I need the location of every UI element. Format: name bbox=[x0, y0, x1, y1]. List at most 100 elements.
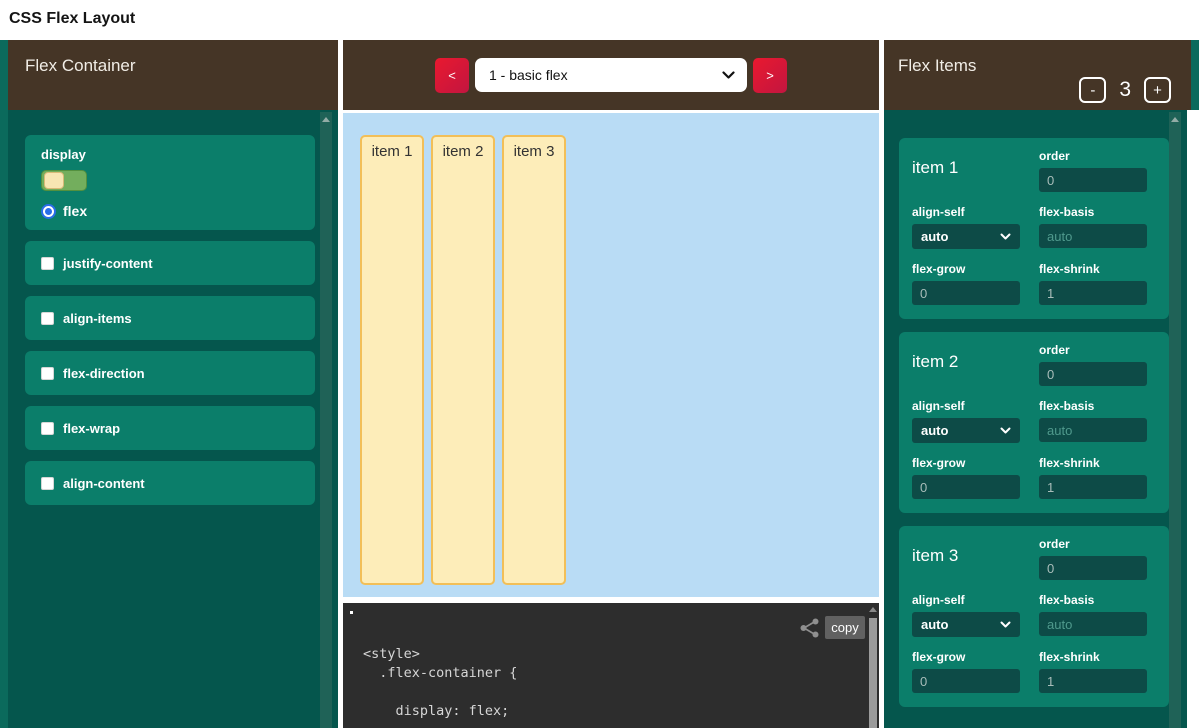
container-property-label: flex-wrap bbox=[63, 421, 120, 436]
flex-container-canvas: item 1 item 2 item 3 bbox=[343, 113, 879, 597]
order-label: order bbox=[1039, 343, 1147, 357]
flex-items-panel-body: item 1 order align-self auto bbox=[884, 110, 1187, 728]
flex-basis-label: flex-basis bbox=[1039, 205, 1147, 219]
flex-basis-input[interactable] bbox=[1039, 612, 1147, 636]
align-self-select-value: auto bbox=[921, 617, 948, 632]
order-label: order bbox=[1039, 537, 1147, 551]
next-example-button[interactable]: > bbox=[753, 58, 787, 93]
scroll-up-arrow-icon[interactable] bbox=[322, 117, 330, 122]
checkbox-icon[interactable] bbox=[41, 257, 54, 270]
flex-demo-item: item 1 bbox=[360, 135, 424, 585]
flex-basis-label: flex-basis bbox=[1039, 399, 1147, 413]
order-input[interactable] bbox=[1039, 168, 1147, 192]
page-background-strip-right bbox=[1190, 40, 1199, 110]
flex-grow-field: flex-grow bbox=[912, 456, 1020, 499]
flex-items-panel-header: Flex Items - 3 + bbox=[884, 40, 1191, 110]
flex-grow-input[interactable] bbox=[912, 669, 1020, 693]
add-item-button[interactable]: + bbox=[1144, 77, 1171, 103]
flex-demo-item: item 2 bbox=[431, 135, 495, 585]
flex-item-card-list: item 1 order align-self auto bbox=[884, 110, 1187, 707]
flex-grow-input[interactable] bbox=[912, 281, 1020, 305]
main-layout: Flex Container display flex bbox=[8, 40, 1191, 728]
code-line: <style> bbox=[363, 645, 855, 664]
item-counter: - 3 + bbox=[1079, 77, 1171, 103]
container-property-card[interactable]: align-items bbox=[25, 296, 315, 340]
flex-items-panel-title: Flex Items bbox=[898, 56, 976, 76]
page-title: CSS Flex Layout bbox=[9, 10, 135, 28]
flex-shrink-input[interactable] bbox=[1039, 281, 1147, 305]
container-property-label: align-content bbox=[63, 476, 145, 491]
flex-radio-button[interactable] bbox=[41, 204, 56, 219]
flex-item-name: item 1 bbox=[912, 149, 1020, 192]
align-self-select[interactable]: auto bbox=[912, 612, 1020, 637]
align-self-field: align-self auto bbox=[912, 399, 1020, 443]
order-field: order bbox=[1039, 537, 1147, 580]
scroll-up-arrow-icon[interactable] bbox=[1171, 117, 1179, 122]
flex-basis-input[interactable] bbox=[1039, 224, 1147, 248]
display-property-label: display bbox=[41, 147, 299, 162]
flex-grow-input[interactable] bbox=[912, 475, 1020, 499]
container-property-list: justify-content align-items flex-directi… bbox=[25, 241, 298, 505]
left-panel-scrollbar[interactable] bbox=[320, 112, 332, 728]
flex-items-panel: Flex Items - 3 + item 1 order bbox=[884, 40, 1191, 728]
copy-button[interactable]: copy bbox=[825, 616, 865, 639]
container-property-card[interactable]: flex-wrap bbox=[25, 406, 315, 450]
example-select[interactable]: 1 - basic flex bbox=[475, 58, 747, 92]
checkbox-icon[interactable] bbox=[41, 367, 54, 380]
order-input[interactable] bbox=[1039, 556, 1147, 580]
flex-shrink-input[interactable] bbox=[1039, 669, 1147, 693]
flex-shrink-label: flex-shrink bbox=[1039, 262, 1147, 276]
align-self-select[interactable]: auto bbox=[912, 224, 1020, 249]
flex-container-panel: Flex Container display flex bbox=[8, 40, 338, 728]
chevron-down-icon bbox=[1000, 427, 1011, 434]
flex-basis-field: flex-basis bbox=[1039, 399, 1147, 443]
example-select-value: 1 - basic flex bbox=[489, 67, 568, 83]
flex-item-card: item 2 order align-self auto bbox=[899, 332, 1169, 513]
cursor-dot bbox=[350, 611, 353, 614]
flex-shrink-input[interactable] bbox=[1039, 475, 1147, 499]
align-self-select-value: auto bbox=[921, 423, 948, 438]
checkbox-icon[interactable] bbox=[41, 422, 54, 435]
checkbox-icon[interactable] bbox=[41, 477, 54, 490]
share-icon[interactable] bbox=[799, 618, 821, 643]
flex-shrink-field: flex-shrink bbox=[1039, 262, 1147, 305]
flex-grow-field: flex-grow bbox=[912, 262, 1020, 305]
flex-item-name: item 3 bbox=[912, 537, 1020, 580]
flex-container-panel-header: Flex Container bbox=[8, 40, 338, 110]
flex-container-panel-title: Flex Container bbox=[25, 56, 136, 76]
container-property-label: align-items bbox=[63, 311, 132, 326]
flex-grow-label: flex-grow bbox=[912, 262, 1020, 276]
flex-basis-input[interactable] bbox=[1039, 418, 1147, 442]
flex-demo-item: item 3 bbox=[502, 135, 566, 585]
chevron-down-icon bbox=[1000, 233, 1011, 240]
align-self-select[interactable]: auto bbox=[912, 418, 1020, 443]
previous-example-button[interactable]: < bbox=[435, 58, 469, 93]
flex-shrink-field: flex-shrink bbox=[1039, 650, 1147, 693]
code-scrollbar[interactable] bbox=[867, 603, 879, 728]
code-line: display: flex; bbox=[363, 702, 855, 721]
container-property-card[interactable]: flex-direction bbox=[25, 351, 315, 395]
display-property-card: display flex bbox=[25, 135, 315, 230]
order-input[interactable] bbox=[1039, 362, 1147, 386]
flex-grow-label: flex-grow bbox=[912, 650, 1020, 664]
right-panel-scrollbar[interactable] bbox=[1169, 112, 1181, 728]
flex-basis-label: flex-basis bbox=[1039, 593, 1147, 607]
checkbox-icon[interactable] bbox=[41, 312, 54, 325]
flex-basis-field: flex-basis bbox=[1039, 205, 1147, 249]
align-self-field: align-self auto bbox=[912, 593, 1020, 637]
container-property-label: flex-direction bbox=[63, 366, 145, 381]
remove-item-button[interactable]: - bbox=[1079, 77, 1106, 103]
code-scrollbar-thumb[interactable] bbox=[869, 618, 877, 728]
container-property-card[interactable]: align-content bbox=[25, 461, 315, 505]
scroll-up-arrow-icon[interactable] bbox=[869, 607, 877, 612]
flex-shrink-field: flex-shrink bbox=[1039, 456, 1147, 499]
chevron-down-icon bbox=[1000, 621, 1011, 628]
example-nav-header: < 1 - basic flex > bbox=[343, 40, 879, 110]
flex-item-card: item 3 order align-self auto bbox=[899, 526, 1169, 707]
flex-shrink-label: flex-shrink bbox=[1039, 650, 1147, 664]
display-toggle-switch[interactable] bbox=[41, 170, 87, 191]
container-property-label: justify-content bbox=[63, 256, 153, 271]
page-background-strip-left bbox=[0, 40, 8, 728]
code-line bbox=[363, 683, 855, 702]
container-property-card[interactable]: justify-content bbox=[25, 241, 315, 285]
